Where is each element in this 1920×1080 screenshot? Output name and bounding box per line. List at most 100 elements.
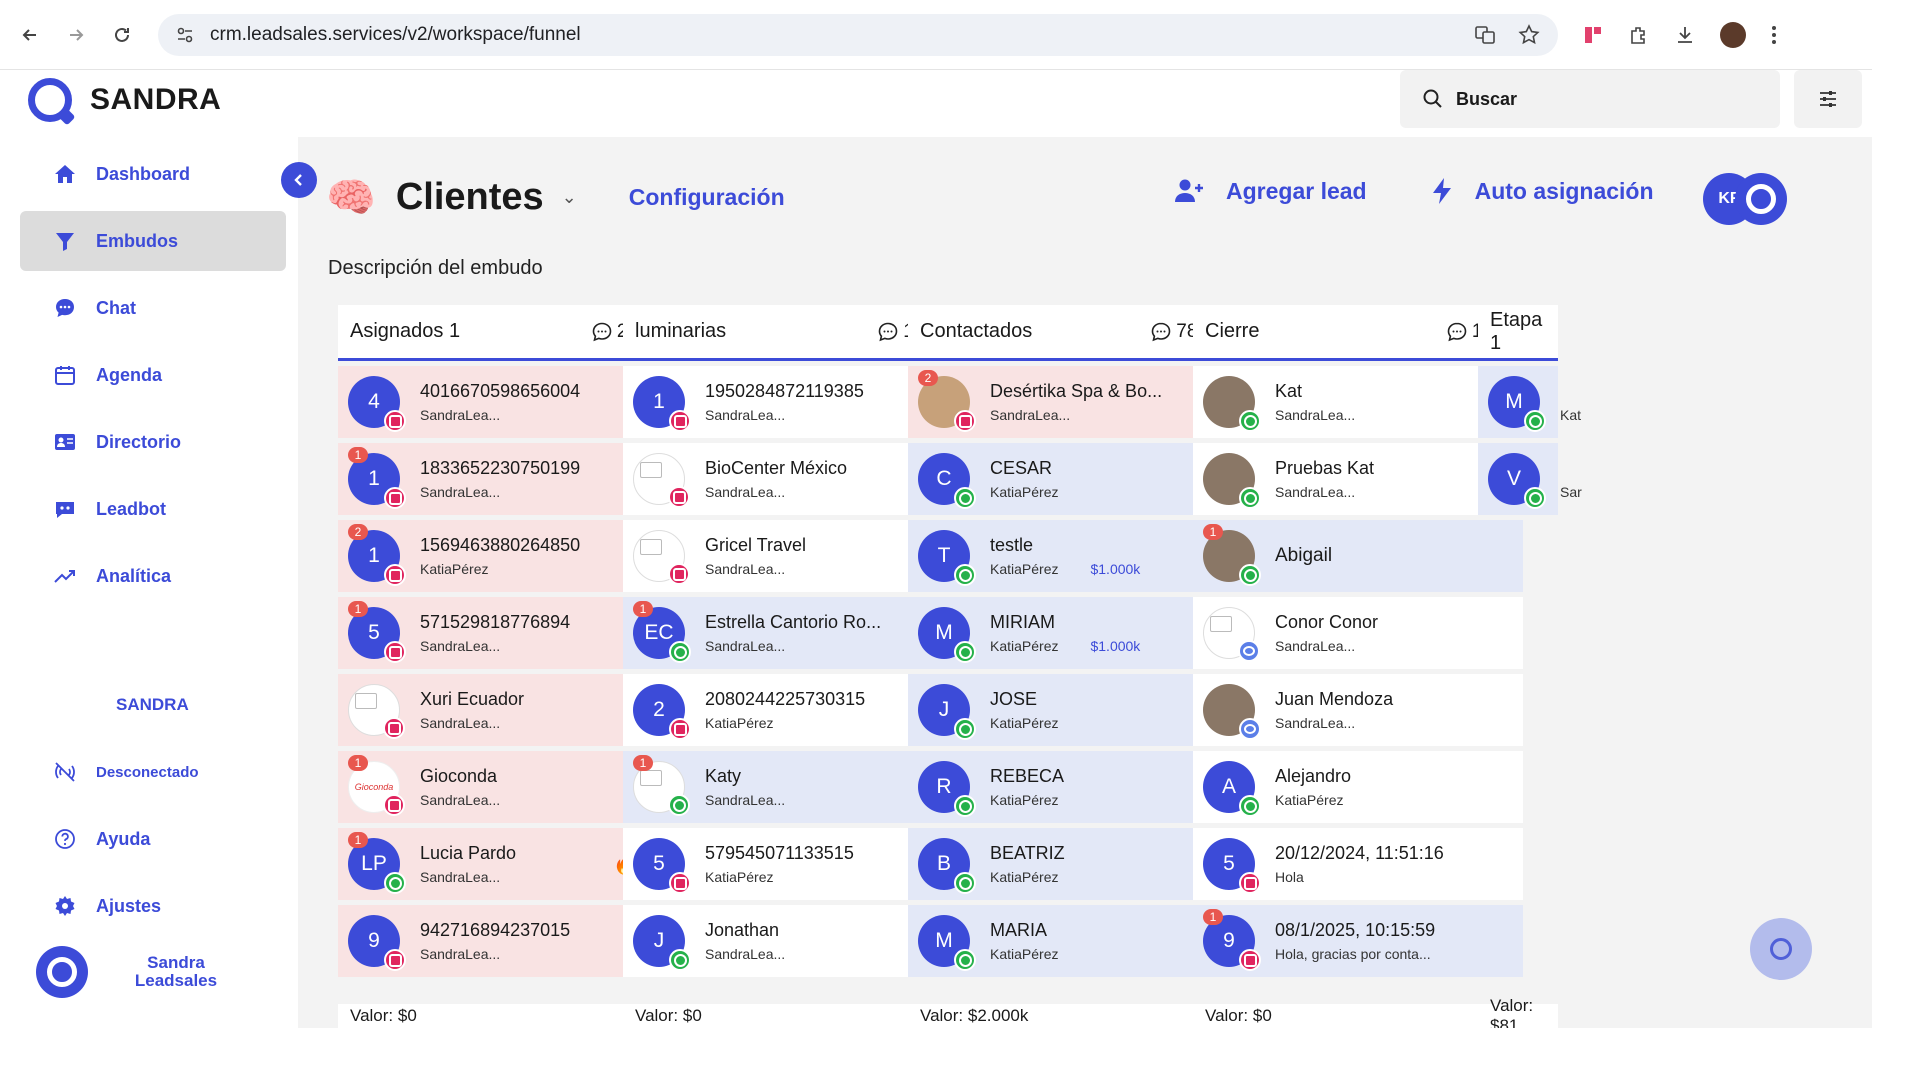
- sidebar-item-analitica[interactable]: Analítica: [20, 546, 286, 606]
- lead-card[interactable]: 1 1950284872119385 SandraLea...: [623, 366, 953, 438]
- lead-card[interactable]: Conor Conor SandraLea...: [1193, 597, 1523, 669]
- reload-button[interactable]: [106, 19, 138, 51]
- profile-avatar[interactable]: [1720, 21, 1746, 48]
- column-header[interactable]: luminarias11: [623, 305, 953, 361]
- instagram-icon: [384, 487, 406, 509]
- instagram-icon: [1239, 872, 1261, 894]
- sidebar-item-chat[interactable]: Chat: [20, 278, 286, 338]
- lead-card[interactable]: M MARIA KatiaPérez: [908, 905, 1238, 977]
- chat-bubble-icon: [1150, 321, 1172, 343]
- lead-card[interactable]: 2 2080244225730315 KatiaPérez: [623, 674, 953, 746]
- lead-card[interactable]: B BEATRIZ KatiaPérez: [908, 828, 1238, 900]
- lead-card[interactable]: Pruebas Kat SandraLea...: [1193, 443, 1523, 515]
- search-box[interactable]: Buscar: [1400, 70, 1780, 128]
- sidebar-item-ayuda[interactable]: Ayuda: [20, 809, 286, 869]
- lead-card[interactable]: MMAKat: [1478, 366, 1581, 438]
- lead-owner: SandraLea...: [420, 792, 501, 808]
- chat-launcher-button[interactable]: [1750, 918, 1812, 980]
- lead-card[interactable]: Kat SandraLea...: [1193, 366, 1523, 438]
- lead-card[interactable]: 1 5 571529818776894 SandraLea...: [338, 597, 668, 669]
- lead-card[interactable]: 4 4016670598656004 SandraLea...: [338, 366, 668, 438]
- brand-logo-icon: [28, 78, 72, 122]
- funnel-title[interactable]: Clientes: [396, 176, 544, 219]
- lead-card[interactable]: 1LPLucia PardoSandraLea...🔥: [338, 828, 668, 900]
- lead-card[interactable]: 1 Abigail: [1193, 520, 1523, 592]
- whatsapp-icon: [669, 949, 691, 971]
- lead-card[interactable]: 1 EC Estrella Cantorio Ro... SandraLea...: [623, 597, 953, 669]
- bookmark-star-icon[interactable]: [1518, 23, 1540, 46]
- lead-card[interactable]: A Alejandro KatiaPérez: [1193, 751, 1523, 823]
- extension-icon[interactable]: [1582, 24, 1604, 46]
- sidebar-item-agenda[interactable]: Agenda: [20, 345, 286, 405]
- address-bar[interactable]: crm.leadsales.services/v2/workspace/funn…: [158, 13, 1558, 56]
- lead-card[interactable]: Juan Mendoza SandraLea...: [1193, 674, 1523, 746]
- lead-owner: KatiaPérez: [990, 715, 1059, 731]
- auto-assign-button[interactable]: Auto asignación: [1431, 177, 1654, 205]
- forward-button[interactable]: [60, 19, 92, 51]
- download-icon[interactable]: [1674, 24, 1696, 46]
- brand-name: SANDRA: [90, 83, 222, 116]
- sidebar-item-ajustes[interactable]: Ajustes: [20, 876, 286, 936]
- chat-bubble-icon: [877, 321, 899, 343]
- kebab-menu-icon[interactable]: [1770, 24, 1778, 46]
- collapse-sidebar-button[interactable]: [281, 162, 317, 198]
- browser-toolbar: crm.leadsales.services/v2/workspace/funn…: [0, 0, 1872, 70]
- add-lead-button[interactable]: Agregar lead: [1174, 178, 1367, 205]
- filter-button[interactable]: [1794, 70, 1862, 128]
- puzzle-icon[interactable]: [1628, 24, 1650, 46]
- lead-card[interactable]: 2 Desértika Spa & Bo... SandraLea...: [908, 366, 1238, 438]
- site-settings-icon[interactable]: [176, 26, 194, 44]
- lead-owner: KatiaPérez: [1275, 792, 1344, 808]
- lead-card[interactable]: 9 942716894237015 SandraLea...: [338, 905, 668, 977]
- lead-card[interactable]: Gricel Travel SandraLea...: [623, 520, 953, 592]
- lead-card[interactable]: 2 1 1569463880264850 KatiaPérez: [338, 520, 668, 592]
- brand[interactable]: SANDRA: [28, 78, 221, 122]
- back-button[interactable]: [14, 19, 46, 51]
- url-text[interactable]: crm.leadsales.services/v2/workspace/funn…: [210, 24, 1452, 46]
- sidebar-item-label: Leadbot: [96, 498, 166, 519]
- lead-avatar: 1: [633, 376, 691, 432]
- lead-card[interactable]: R REBECA KatiaPérez: [908, 751, 1238, 823]
- sidebar-item-leadbot[interactable]: Leadbot: [20, 479, 286, 539]
- lead-owner: KatiaPérez: [990, 484, 1059, 500]
- help-icon: [52, 826, 78, 852]
- lead-card[interactable]: 5 579545071133515 KatiaPérez: [623, 828, 953, 900]
- column-header[interactable]: Contactados781: [908, 305, 1238, 361]
- lead-card[interactable]: VviriSar: [1478, 443, 1582, 515]
- column-header[interactable]: Cierre16: [1193, 305, 1523, 361]
- funnel-dropdown-chevron-icon[interactable]: ⌄: [562, 187, 577, 208]
- lead-card[interactable]: Ttestle KatiaPérez $1.000k: [908, 520, 1238, 592]
- lead-card[interactable]: C CESAR KatiaPérez: [908, 443, 1238, 515]
- column-header[interactable]: Etapa 1: [1478, 305, 1558, 361]
- whatsapp-icon: [954, 949, 976, 971]
- lead-avatar: [633, 530, 690, 585]
- lead-card[interactable]: 1 Gioconda Gioconda SandraLea...: [338, 751, 668, 823]
- translate-icon[interactable]: [1474, 24, 1496, 46]
- lead-card[interactable]: J JOSE KatiaPérez: [908, 674, 1238, 746]
- sidebar-item-dashboard[interactable]: Dashboard: [20, 144, 286, 204]
- unread-badge: 1: [348, 755, 368, 771]
- sidebar-item-desconectado[interactable]: Desconectado: [20, 742, 286, 802]
- lead-card[interactable]: Xuri Ecuador SandraLea...: [338, 674, 668, 746]
- lead-card[interactable]: M MIRIAM KatiaPérez $1.000k: [908, 597, 1238, 669]
- whatsapp-icon: [1239, 795, 1261, 817]
- whatsapp-icon: [954, 487, 976, 509]
- lead-card[interactable]: J Jonathan SandraLea...: [623, 905, 953, 977]
- user-profile[interactable]: Sandra Leadsales: [36, 946, 226, 998]
- lead-card[interactable]: 1 Katy SandraLea...: [623, 751, 953, 823]
- lead-card[interactable]: 5 20/12/2024, 11:51:16 Hola: [1193, 828, 1523, 900]
- sidebar-item-directorio[interactable]: Directorio: [20, 412, 286, 472]
- lead-avatar: [348, 684, 405, 739]
- lead-card[interactable]: 1 1 1833652230750199 SandraLea...: [338, 443, 668, 515]
- whatsapp-icon: [1524, 487, 1546, 509]
- configuration-link[interactable]: Configuración: [629, 184, 785, 211]
- lead-card[interactable]: 1 9 08/1/2025, 10:15:59 Hola, gracias por c…: [1193, 905, 1523, 977]
- lead-owner: Hola: [1275, 869, 1304, 885]
- column-header[interactable]: Asignados 120: [338, 305, 668, 361]
- lead-card[interactable]: BioCenter México SandraLea...: [623, 443, 953, 515]
- sidebar-item-embudos[interactable]: Embudos: [20, 211, 286, 271]
- assigned-users-avatars[interactable]: KF: [1703, 173, 1787, 225]
- lead-avatar: [1203, 376, 1261, 432]
- unread-badge: 1: [348, 601, 368, 617]
- lead-avatar: A: [1203, 761, 1261, 817]
